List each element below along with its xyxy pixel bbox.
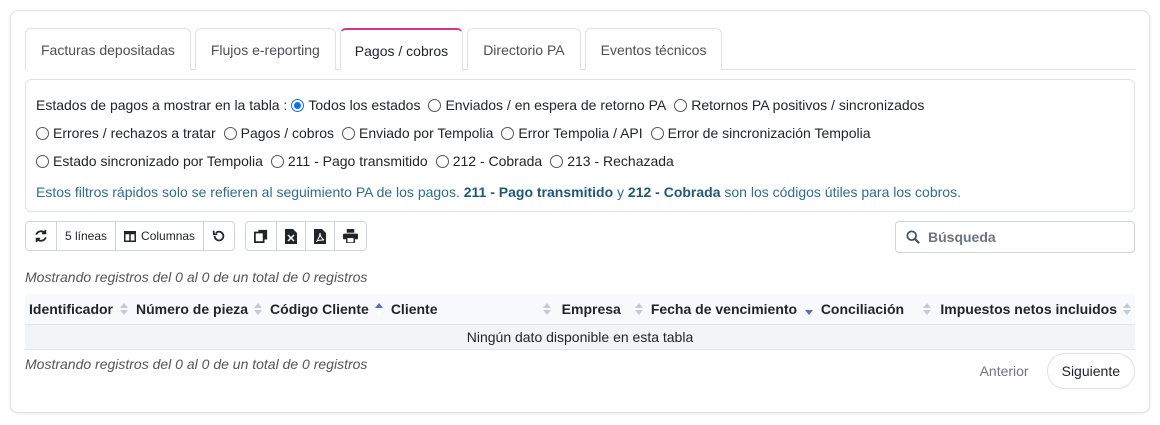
- column-header-empresa[interactable]: Empresa: [554, 294, 647, 325]
- columns-button[interactable]: Columnas: [116, 222, 205, 250]
- radio-213[interactable]: 213 - Rechazada: [550, 153, 674, 169]
- radio-pagos-cobros[interactable]: Pagos / cobros: [223, 125, 334, 141]
- tab-eventos-tecnicos[interactable]: Eventos técnicos: [584, 28, 723, 70]
- refresh-button[interactable]: [26, 222, 57, 250]
- table-toolbar: 5 líneas Columnas: [25, 221, 368, 251]
- pdf-icon: [314, 228, 327, 244]
- column-header-impuestos-netos[interactable]: Impuestos netos incluidos: [934, 294, 1135, 325]
- pagination: Anterior Siguiente: [968, 353, 1135, 389]
- tab-pagos-cobros[interactable]: Pagos / cobros: [339, 28, 464, 71]
- table-row: Ningún dato disponible en esta tabla: [25, 324, 1135, 350]
- status-filter-panel: Estados de pagos a mostrar en la tabla :…: [25, 79, 1135, 212]
- column-header-cliente[interactable]: Cliente: [386, 294, 555, 325]
- refresh-icon: [35, 229, 47, 243]
- search-input[interactable]: [926, 228, 1116, 246]
- columns-icon: [124, 230, 137, 242]
- tab-flujos-e-reporting[interactable]: Flujos e-reporting: [194, 28, 336, 70]
- radio-todos-los-estados[interactable]: Todos los estados: [291, 97, 420, 113]
- radio-enviados[interactable]: Enviados / en espera de retorno PA: [428, 97, 666, 113]
- column-header-fecha-vencimiento[interactable]: Fecha de vencimiento: [646, 294, 817, 325]
- tab-facturas-depositadas[interactable]: Facturas depositadas: [25, 28, 191, 70]
- radio-estado-sincronizado[interactable]: Estado sincronizado por Tempolia: [36, 153, 263, 169]
- radio-error-tempolia-api[interactable]: Error Tempolia / API: [501, 125, 643, 141]
- table-info-top: Mostrando registros del 0 al 0 de un tot…: [25, 269, 368, 285]
- radio-enviado-tempolia[interactable]: Enviado por Tempolia: [342, 125, 493, 141]
- search-icon: [906, 230, 920, 244]
- table-info-bottom: Mostrando registros del 0 al 0 de un tot…: [25, 356, 368, 372]
- radio-error-sincronizacion[interactable]: Error de sincronización Tempolia: [650, 125, 871, 141]
- column-header-identificador[interactable]: Identificador: [25, 294, 132, 325]
- next-page-button[interactable]: Siguiente: [1046, 353, 1135, 389]
- reset-button[interactable]: [204, 222, 235, 250]
- excel-icon: [285, 228, 298, 244]
- excel-button[interactable]: [277, 222, 307, 250]
- payments-card: Facturas depositadas Flujos e-reporting …: [10, 10, 1150, 413]
- print-button[interactable]: [335, 222, 367, 250]
- undo-icon: [212, 230, 225, 242]
- radio-212[interactable]: 212 - Cobrada: [435, 153, 542, 169]
- radio-211[interactable]: 211 - Pago transmitido: [270, 153, 428, 169]
- empty-table-message: Ningún dato disponible en esta tabla: [25, 324, 1135, 350]
- copy-icon: [254, 229, 268, 243]
- column-header-numero-pieza[interactable]: Número de pieza: [132, 294, 267, 325]
- page-length-button[interactable]: 5 líneas: [57, 222, 117, 250]
- previous-page-button[interactable]: Anterior: [968, 353, 1041, 389]
- print-icon: [343, 229, 359, 243]
- radio-retornos-positivos[interactable]: Retornos PA positivos / sincronizados: [674, 97, 924, 113]
- filter-note: Estos filtros rápidos solo se refieren a…: [36, 184, 961, 200]
- radio-errores-rechazos[interactable]: Errores / rechazos a tratar: [36, 125, 216, 141]
- copy-button[interactable]: [246, 222, 278, 250]
- tab-directorio-pa[interactable]: Directorio PA: [467, 28, 581, 70]
- search-box: [895, 221, 1135, 253]
- filter-label: Estados de pagos a mostrar en la tabla :: [36, 97, 288, 113]
- column-header-conciliacion[interactable]: Conciliación: [816, 294, 935, 325]
- tab-bar: Facturas depositadas Flujos e-reporting …: [25, 28, 1135, 71]
- column-header-codigo-cliente[interactable]: Código Cliente: [266, 294, 387, 325]
- pdf-button[interactable]: [306, 222, 336, 250]
- payments-table: Identificador Número de pieza Código Cli…: [25, 294, 1135, 350]
